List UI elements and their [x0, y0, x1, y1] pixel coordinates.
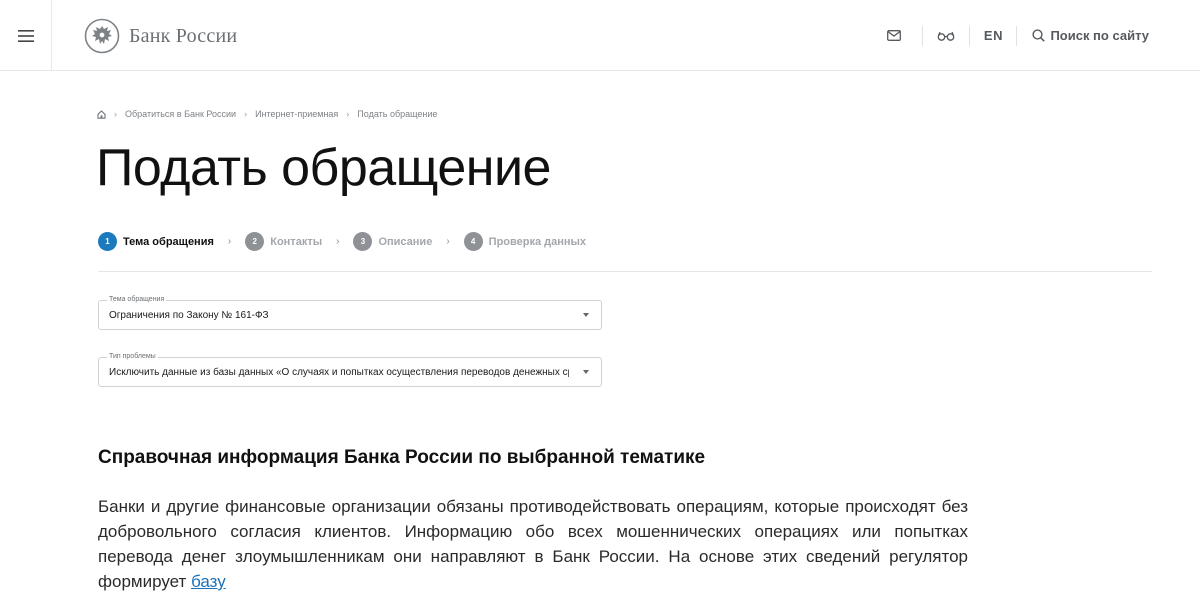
step-number: 2 — [245, 232, 265, 251]
form-stepper: 1 Тема обращения › 2 Контакты › 3 Описан… — [98, 232, 586, 251]
stepper-divider — [98, 271, 1152, 272]
info-text: Банки и другие финансовые организации об… — [98, 494, 968, 594]
step-number: 3 — [353, 232, 373, 251]
feedback-button[interactable] — [866, 0, 922, 71]
step-label: Контакты — [270, 235, 323, 248]
home-icon[interactable] — [97, 109, 106, 119]
step-number: 4 — [463, 232, 483, 251]
step-contacts[interactable]: 2 Контакты — [245, 232, 322, 251]
step-label: Проверка данных — [488, 235, 587, 248]
topic-select-label: Тема обращения — [107, 295, 167, 305]
info-paragraph: Банки и другие финансовые организации об… — [98, 497, 968, 591]
chevron-right-icon: › — [346, 109, 350, 119]
step-description[interactable]: 3 Описание — [353, 232, 432, 251]
problem-type-select-value: Исключить данные из базы данных «О случа… — [109, 367, 569, 378]
chevron-right-icon: › — [227, 236, 232, 247]
breadcrumb-current: Подать обращение — [357, 109, 438, 119]
info-title: Справочная информация Банка России по вы… — [98, 447, 706, 468]
menu-button[interactable] — [0, 0, 52, 71]
step-topic[interactable]: 1 Тема обращения — [98, 232, 214, 251]
header-tools: EN Поиск по сайту — [866, 0, 1200, 71]
topic-select[interactable]: Тема обращения Ограничения по Закону № 1… — [98, 295, 602, 330]
step-review[interactable]: 4 Проверка данных — [463, 232, 587, 251]
search-icon — [1032, 29, 1046, 42]
site-header: Банк России EN Поиск по сайту — [0, 0, 1200, 71]
step-label: Описание — [378, 235, 433, 248]
chevron-right-icon: › — [446, 236, 450, 247]
language-label: EN — [983, 28, 1003, 43]
hamburger-icon — [17, 29, 34, 42]
breadcrumb: › Обратиться в Банк России › Интернет-пр… — [97, 109, 437, 119]
database-link[interactable]: базу — [191, 572, 226, 591]
eagle-emblem-icon — [84, 18, 120, 54]
chevron-right-icon: › — [336, 236, 340, 247]
breadcrumb-item[interactable]: Интернет-приемная — [255, 109, 338, 119]
chevron-right-icon: › — [244, 109, 248, 119]
topic-select-value: Ограничения по Закону № 161-ФЗ — [109, 310, 269, 321]
breadcrumb-item[interactable]: Обратиться в Банк России — [125, 109, 236, 119]
accessibility-button[interactable] — [923, 0, 969, 71]
language-switch[interactable]: EN — [970, 0, 1016, 71]
page-title: Подать обращение — [96, 139, 551, 197]
search-label: Поиск по сайту — [1050, 28, 1149, 43]
logo-text: Банк России — [129, 24, 238, 47]
step-label: Тема обращения — [123, 235, 214, 248]
caret-down-icon — [583, 370, 589, 374]
bank-logo[interactable]: Банк России — [84, 18, 237, 54]
step-number: 1 — [98, 232, 117, 251]
problem-type-select[interactable]: Тип проблемы Исключить данные из базы да… — [98, 352, 602, 387]
problem-type-select-label: Тип проблемы — [107, 352, 158, 362]
chevron-right-icon: › — [114, 109, 117, 119]
site-search-button[interactable]: Поиск по сайту — [1017, 0, 1200, 71]
caret-down-icon — [583, 313, 589, 317]
mail-icon — [887, 30, 902, 41]
glasses-icon — [938, 31, 955, 41]
